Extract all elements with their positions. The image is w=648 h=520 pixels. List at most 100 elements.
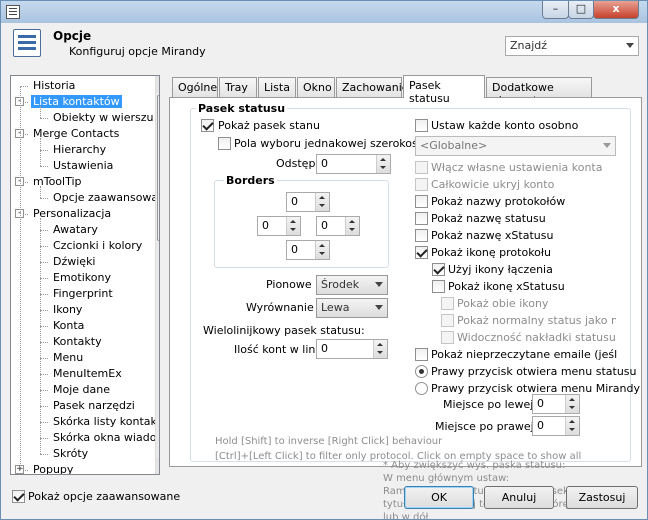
tree-item[interactable]: Popupy — [33, 462, 73, 474]
spin-arrows-icon[interactable] — [315, 241, 329, 259]
border-left-stepper[interactable]: 0 — [257, 216, 301, 236]
tree-connector — [40, 118, 48, 119]
ok-button[interactable]: OK — [404, 486, 474, 509]
border-right-value: 0 — [321, 219, 328, 232]
tree-item[interactable]: Lista kontaktów — [31, 94, 122, 110]
tree-item[interactable]: MenuItemEx — [53, 366, 122, 382]
set-each-account-checkbox[interactable] — [415, 119, 428, 132]
spin-arrows-icon[interactable] — [376, 155, 390, 173]
tab-3[interactable]: Okno — [297, 77, 335, 97]
tree-item[interactable]: Historia — [33, 78, 75, 94]
spin-arrows-icon[interactable] — [345, 217, 359, 235]
account-combo-value: <Globalne> — [420, 139, 488, 152]
tree-item[interactable]: Emotikony — [53, 270, 111, 286]
tab-2[interactable]: Lista — [258, 77, 296, 97]
show-protocol-names-checkbox[interactable] — [415, 195, 428, 208]
tab-6[interactable]: Dodatkowe elementy — [486, 77, 592, 107]
right-click-status-menu-radio[interactable] — [415, 365, 428, 378]
tree-item[interactable]: Pasek narzędzi — [53, 398, 135, 414]
tree-item[interactable]: Awatary — [53, 222, 98, 238]
show-unread-emails-label: Pokaż nieprzeczytane emaile (jeśli obsłu… — [431, 348, 617, 361]
tree-item[interactable]: Merge Contacts — [33, 126, 119, 142]
align-combo[interactable]: Lewa — [316, 298, 388, 318]
tree-item[interactable]: Kontakty — [53, 334, 102, 350]
left-space-stepper[interactable]: 0 — [532, 394, 580, 414]
show-unread-emails-checkbox[interactable] — [415, 348, 428, 361]
apply-button[interactable]: Zastosuj — [566, 486, 638, 509]
tree-item[interactable]: Skórka listy kontaktów — [53, 414, 159, 430]
tree-item[interactable]: Konta — [53, 318, 84, 334]
right-space-stepper[interactable]: 0 — [532, 416, 580, 436]
equal-width-checkbox[interactable] — [218, 137, 231, 150]
scroll-down-icon[interactable] — [156, 458, 159, 474]
tree-connector — [40, 438, 48, 439]
tab-5[interactable]: Pasek statusu — [403, 75, 485, 105]
hide-account-checkbox[interactable] — [415, 178, 428, 191]
tree-connector — [40, 454, 48, 455]
tab-4[interactable]: Zachowanie — [336, 77, 409, 97]
show-protocol-icon-checkbox[interactable] — [415, 246, 428, 259]
options-tree[interactable]: Historia - Lista kontaktów Obiekty w wiersz… — [10, 75, 160, 475]
tree-item[interactable]: Personalizacja — [33, 206, 111, 222]
tree-item[interactable]: Czcionki i kolory — [53, 238, 142, 254]
status-bar-panel: Pasek statusu Pokaż pasek stanu Pola wyb… — [169, 97, 642, 519]
tree-item[interactable]: Skróty — [53, 446, 88, 462]
tree-item[interactable]: Skórka okna wiadomości — [53, 430, 159, 446]
border-right-stepper[interactable]: 0 — [316, 216, 360, 236]
align-label: Wyrównanie — [246, 301, 314, 314]
title-bar[interactable]: – □ x — [1, 1, 647, 23]
close-button[interactable]: x — [593, 1, 639, 19]
spin-arrows-icon[interactable] — [286, 217, 300, 235]
show-xstatus-icon-checkbox[interactable] — [432, 280, 445, 293]
tree-item-label: Fingerprint — [53, 287, 113, 300]
show-normal-status-overlay-checkbox[interactable] — [441, 314, 454, 327]
tree-connector — [20, 86, 28, 87]
spin-arrows-icon[interactable] — [565, 417, 579, 435]
scroll-thumb[interactable] — [157, 95, 159, 241]
use-connecting-icons-checkbox[interactable] — [432, 263, 445, 276]
spin-arrows-icon[interactable] — [565, 395, 579, 413]
show-status-name-checkbox[interactable] — [415, 212, 428, 225]
tree-item[interactable]: Opcje zaawansowane — [53, 190, 159, 206]
spacing-stepper[interactable]: 0 — [316, 154, 391, 174]
scroll-up-icon[interactable] — [156, 76, 159, 92]
show-status-bar-checkbox[interactable] — [201, 119, 214, 132]
overlay-opacity-checkbox[interactable] — [441, 331, 454, 344]
advanced-options-checkbox[interactable] — [12, 490, 25, 503]
show-xstatus-name-checkbox[interactable] — [415, 229, 428, 242]
tree-scrollbar[interactable] — [155, 76, 159, 474]
border-bottom-stepper[interactable]: 0 — [286, 240, 330, 260]
vertical-combo[interactable]: Środek — [316, 275, 388, 295]
tab-1[interactable]: Tray — [219, 77, 257, 97]
tree-item-label: Personalizacja — [33, 207, 112, 220]
tree-item[interactable]: Obiekty w wierszu — [53, 110, 153, 126]
group-title: Pasek statusu — [196, 102, 288, 115]
tree-item[interactable]: Menu — [53, 350, 83, 366]
spin-arrows-icon[interactable] — [373, 340, 387, 358]
border-top-stepper[interactable]: 0 — [286, 192, 330, 212]
tree-item[interactable]: Ustawienia — [53, 158, 113, 174]
window-menu-icon[interactable] — [6, 5, 20, 19]
multiline-label: Wielolinijkowy pasek statusu: — [203, 324, 365, 337]
search-combo-value: Znajdź — [510, 39, 548, 52]
search-combo[interactable]: Znajdź — [505, 36, 639, 56]
accounts-per-line-stepper[interactable]: 0 — [316, 339, 388, 359]
minimize-button[interactable]: – — [542, 1, 569, 19]
tree-connector — [40, 106, 41, 118]
right-click-miranda-menu-radio[interactable] — [415, 382, 428, 395]
show-protocol-icon-label: Pokaż ikonę protokołu — [431, 246, 552, 259]
spin-arrows-icon[interactable] — [315, 193, 329, 211]
tree-item[interactable]: Moje dane — [53, 382, 110, 398]
account-combo[interactable]: <Globalne> — [415, 136, 616, 156]
show-both-icons-checkbox[interactable] — [441, 297, 454, 310]
show-status-bar-label: Pokaż pasek stanu — [218, 119, 320, 132]
tree-item-label: Ikony — [53, 303, 83, 316]
tree-item[interactable]: Fingerprint — [53, 286, 113, 302]
tree-item[interactable]: Hierarchy — [53, 142, 106, 158]
tree-item[interactable]: Dźwięki — [53, 254, 96, 270]
tab-0[interactable]: Ogólne — [172, 77, 218, 97]
maximize-button[interactable]: □ — [568, 1, 594, 19]
own-account-settings-checkbox[interactable] — [415, 161, 428, 174]
tree-item[interactable]: Ikony — [53, 302, 82, 318]
cancel-button[interactable]: Anuluj — [484, 486, 554, 509]
